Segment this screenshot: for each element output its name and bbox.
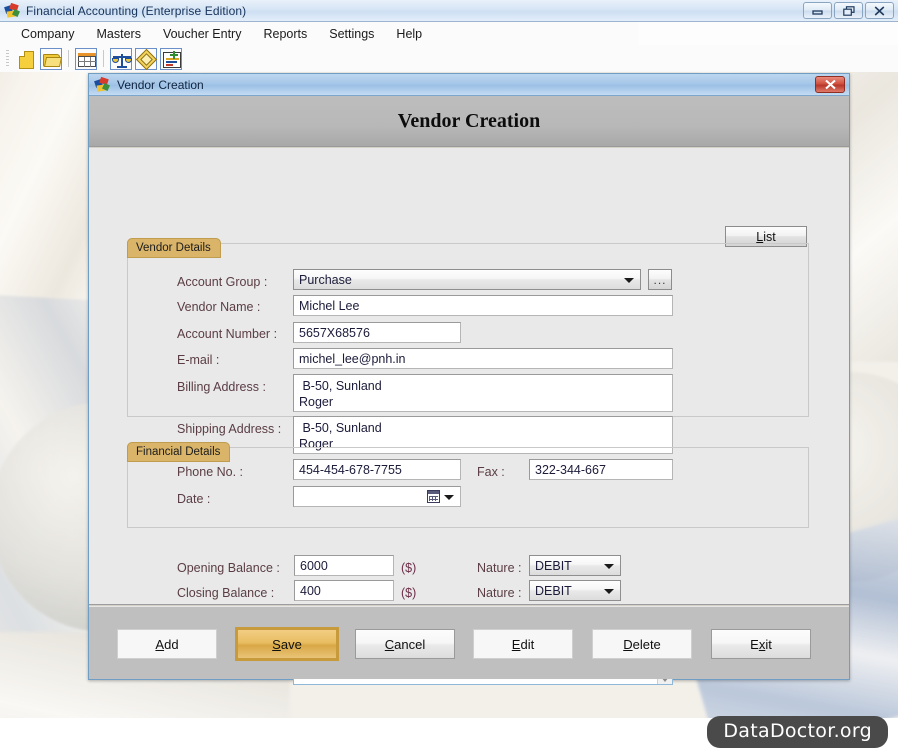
- closing-balance-input[interactable]: 400: [294, 580, 394, 601]
- exit-button-label-post: it: [765, 636, 772, 652]
- opening-nature-select[interactable]: DEBIT: [529, 555, 621, 576]
- opening-currency-label: ($): [401, 561, 417, 575]
- vendor-creation-dialog: Vendor Creation Vendor Creation List Ven…: [88, 73, 850, 685]
- window-controls: [803, 2, 894, 19]
- account-group-browse-button[interactable]: ...: [648, 269, 672, 290]
- list-button-mnemonic: L: [756, 229, 764, 244]
- save-button-label: ave: [280, 636, 302, 652]
- add-button-mnemonic: A: [155, 636, 165, 652]
- menu-item-reports[interactable]: Reports: [252, 24, 318, 44]
- billing-address-input[interactable]: B-50, Sunland Roger: [293, 374, 673, 412]
- menu-item-voucher-entry[interactable]: Voucher Entry: [152, 24, 253, 44]
- email-input[interactable]: michel_lee@pnh.in: [293, 348, 673, 369]
- page-title: Vendor Creation: [397, 109, 541, 132]
- account-group-select[interactable]: Purchase: [293, 269, 641, 290]
- closing-currency-label: ($): [401, 586, 417, 600]
- cancel-button-label: ancel: [394, 636, 426, 652]
- opening-nature-label: Nature :: [477, 561, 522, 575]
- dialog-header-band: Vendor Creation: [89, 96, 849, 147]
- menubar: Company Masters Voucher Entry Reports Se…: [0, 22, 638, 45]
- dialog-app-logo-icon: [94, 76, 111, 93]
- dialog-title: Vendor Creation: [117, 77, 204, 92]
- add-button-label: dd: [164, 636, 179, 652]
- vendor-details-tab[interactable]: Vendor Details: [127, 238, 221, 258]
- menu-item-settings[interactable]: Settings: [318, 24, 385, 44]
- dialog-titlebar: Vendor Creation: [89, 74, 849, 96]
- chevron-down-icon: [604, 563, 614, 569]
- add-button[interactable]: Add: [117, 629, 217, 659]
- dialog-footer: Add Save Cancel Edit Delete Ex it: [89, 606, 849, 679]
- restore-icon[interactable]: [834, 2, 863, 19]
- main-application-window: Financial Accounting (Enterprise Edition…: [0, 0, 898, 756]
- vendor-name-input[interactable]: Michel Lee: [293, 295, 673, 316]
- account-group-label: Account Group :: [177, 275, 268, 289]
- exit-button[interactable]: Ex it: [711, 629, 811, 659]
- toolbar-separator-2: [103, 50, 104, 67]
- account-number-label: Account Number :: [177, 327, 278, 341]
- list-button-label: ist: [763, 229, 776, 244]
- menu-item-company[interactable]: Company: [10, 24, 86, 44]
- opening-balance-label: Opening Balance :: [177, 561, 280, 575]
- toolbar-separator-1: [68, 50, 69, 67]
- main-titlebar: Financial Accounting (Enterprise Edition…: [0, 0, 898, 22]
- new-document-icon[interactable]: [15, 48, 37, 70]
- save-button-mnemonic: S: [272, 636, 281, 652]
- open-folder-icon[interactable]: [40, 47, 63, 70]
- save-button[interactable]: Save: [235, 627, 339, 661]
- delete-button-label: elete: [632, 636, 661, 652]
- billing-address-label: Billing Address :: [177, 380, 266, 394]
- closing-balance-label: Closing Balance :: [177, 586, 275, 600]
- edit-button[interactable]: Edit: [473, 629, 573, 659]
- cancel-button[interactable]: Cancel: [355, 629, 455, 659]
- delete-button-mnemonic: D: [623, 636, 633, 652]
- ledger-diamond-icon[interactable]: [135, 47, 158, 70]
- account-number-input[interactable]: 5657X68576: [293, 322, 461, 343]
- closing-nature-value: DEBIT: [535, 584, 572, 598]
- watermark-badge: DataDoctor.org: [707, 716, 888, 748]
- app-title: Financial Accounting (Enterprise Edition…: [26, 3, 247, 18]
- closing-nature-select[interactable]: DEBIT: [529, 580, 621, 601]
- opening-balance-input[interactable]: 6000: [294, 555, 394, 576]
- close-icon[interactable]: [865, 2, 894, 19]
- dialog-body: List Vendor Details Account Group : Purc…: [89, 148, 849, 685]
- cancel-button-mnemonic: C: [384, 636, 395, 652]
- edit-button-mnemonic: E: [511, 636, 521, 652]
- menu-item-help[interactable]: Help: [385, 24, 433, 44]
- add-chart-icon[interactable]: [160, 47, 182, 70]
- exit-button-label-pre: E: [750, 636, 759, 652]
- edit-button-label: dit: [520, 636, 535, 652]
- chevron-down-icon: [604, 588, 614, 594]
- app-logo-icon: [4, 2, 21, 19]
- dialog-close-icon[interactable]: [815, 76, 845, 93]
- opening-nature-value: DEBIT: [535, 559, 572, 573]
- table-grid-icon[interactable]: [75, 47, 97, 70]
- vendor-name-label: Vendor Name :: [177, 300, 261, 314]
- toolbar: [0, 45, 898, 72]
- closing-nature-label: Nature :: [477, 586, 522, 600]
- delete-button[interactable]: Delete: [592, 629, 692, 659]
- email-label: E-mail :: [177, 353, 220, 367]
- financial-details-tab[interactable]: Financial Details: [127, 442, 231, 462]
- account-group-value: Purchase: [299, 273, 352, 287]
- toolbar-grip[interactable]: [6, 49, 9, 68]
- menu-item-masters[interactable]: Masters: [86, 24, 152, 44]
- balance-scale-icon[interactable]: [110, 47, 132, 70]
- chevron-down-icon: [624, 277, 634, 283]
- shipping-address-label: Shipping Address :: [177, 422, 282, 436]
- minimize-icon[interactable]: [803, 2, 832, 19]
